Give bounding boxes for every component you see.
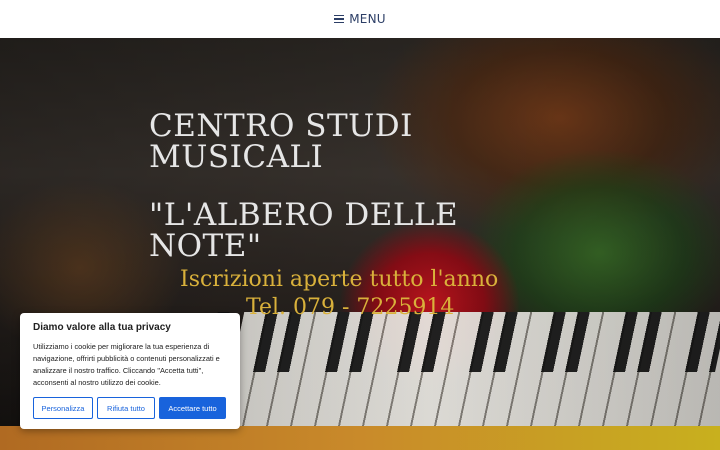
hero-subtitle-phone: Tel. 079 - 7225914 (246, 295, 455, 320)
hero-title-line-2: "L'ALBERO DELLE NOTE" (149, 197, 459, 264)
menu-label: MENU (349, 12, 386, 26)
cookie-button-row: Personalizza Rifiuta tutto Accettare tut… (33, 397, 226, 419)
hero-title-line-1: CENTRO STUDI MUSICALI (149, 108, 413, 175)
top-navbar: MENU (0, 0, 720, 38)
cookie-consent-banner: Diamo valore alla tua privacy Utilizziam… (20, 313, 240, 429)
customize-button[interactable]: Personalizza (33, 397, 93, 419)
accept-all-button[interactable]: Accettare tutto (159, 397, 226, 419)
cookie-banner-text: Utilizziamo i cookie per migliorare la t… (33, 342, 220, 387)
reject-all-button[interactable]: Rifiuta tutto (97, 397, 155, 419)
cookie-banner-title: Diamo valore alla tua privacy (33, 322, 171, 333)
menu-button[interactable]: MENU (334, 12, 386, 26)
hero-subtitle-enrollment: Iscrizioni aperte tutto l'anno (180, 267, 499, 292)
section-strip (0, 426, 720, 450)
hamburger-icon (334, 15, 345, 24)
